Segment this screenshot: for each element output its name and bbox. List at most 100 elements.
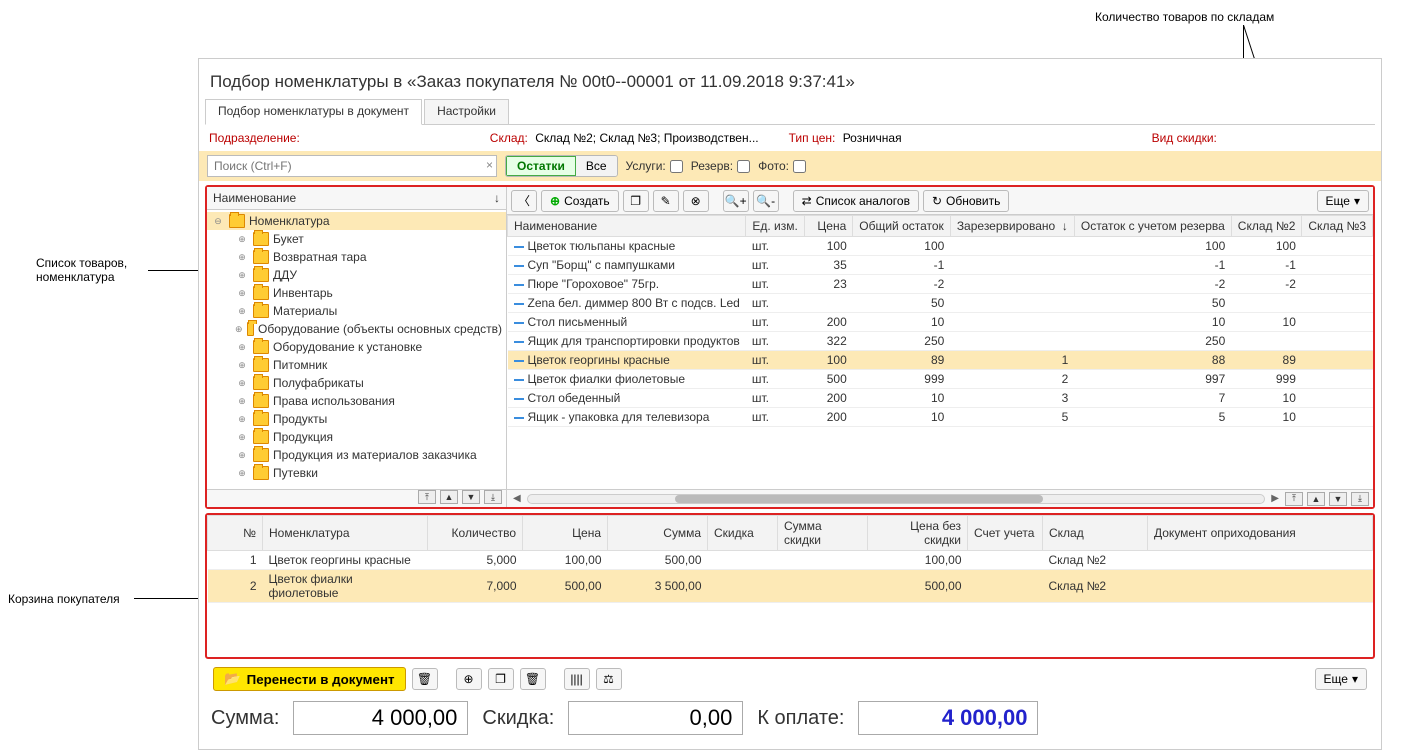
tree-nav-up[interactable]: ▲ [440, 490, 458, 504]
seg-ostatki[interactable]: Остатки [506, 156, 576, 176]
expand-icon[interactable]: ⊕ [235, 378, 249, 389]
seg-vse[interactable]: Все [576, 156, 617, 176]
sort-icon[interactable]: ↓ [494, 191, 500, 205]
list-nav-top[interactable]: ⤒ [1285, 492, 1303, 506]
list-nav-up[interactable]: ▲ [1307, 492, 1325, 506]
col-price[interactable]: Цена [804, 216, 852, 237]
cart-scale-btn[interactable]: ⚖ [596, 668, 622, 690]
expand-icon[interactable]: ⊕ [235, 306, 249, 317]
cart-more-btn[interactable]: Еще ▾ [1315, 668, 1367, 690]
tab-selection[interactable]: Подбор номенклатуры в документ [205, 99, 422, 125]
h-scrollbar[interactable] [527, 494, 1266, 504]
cart-col-nod[interactable]: Цена без скидки [868, 516, 968, 551]
cart-col-price[interactable]: Цена [523, 516, 608, 551]
expand-icon[interactable]: ⊕ [235, 432, 249, 443]
checkbox-uslugi[interactable] [670, 160, 683, 173]
expand-icon[interactable]: ⊕ [235, 324, 243, 335]
tree-item[interactable]: ⊕Питомник [207, 356, 506, 374]
col-name[interactable]: Наименование [508, 216, 746, 237]
table-row[interactable]: Цветок тюльпаны красныешт.100100100100 [508, 237, 1373, 256]
expand-icon[interactable]: ⊕ [235, 234, 249, 245]
expand-icon[interactable]: ⊕ [235, 414, 249, 425]
table-row[interactable]: Цветок фиалки фиолетовыешт.5009992997999 [508, 370, 1373, 389]
expand-icon[interactable]: ⊕ [235, 468, 249, 479]
tab-settings[interactable]: Настройки [424, 99, 509, 124]
cart-row[interactable]: 1Цветок георгины красные5,000100,00500,0… [208, 551, 1373, 570]
cart-delete-btn[interactable]: 🗑 [412, 668, 438, 690]
table-row[interactable]: Zena бел. диммер 800 Вт с подсв. Ledшт.5… [508, 294, 1373, 313]
cart-col-acct[interactable]: Счет учета [968, 516, 1043, 551]
scroll-left-icon[interactable]: ◀ [511, 493, 523, 504]
expand-icon[interactable]: ⊕ [235, 360, 249, 371]
table-row[interactable]: Суп "Борщ" с пампушкамишт.35-1-1-1 [508, 256, 1373, 275]
cart-col-sklad[interactable]: Склад [1043, 516, 1148, 551]
col-withres[interactable]: Остаток с учетом резерва [1074, 216, 1231, 237]
tree-item[interactable]: ⊕Оборудование (объекты основных средств) [207, 320, 506, 338]
expand-icon[interactable]: ⊕ [235, 450, 249, 461]
cart-col-discsum[interactable]: Сумма скидки [778, 516, 868, 551]
clear-search-icon[interactable]: × [486, 158, 493, 172]
expand-icon[interactable]: ⊕ [235, 252, 249, 263]
table-row[interactable]: Ящик - упаковка для телевизорашт.2001055… [508, 408, 1373, 427]
cart-col-disc[interactable]: Скидка [708, 516, 778, 551]
col-ed[interactable]: Ед. изм. [746, 216, 804, 237]
analogs-button[interactable]: ⇄Список аналогов [793, 190, 919, 212]
scroll-right-icon[interactable]: ▶ [1269, 493, 1281, 504]
cart-col-nom[interactable]: Номенклатура [263, 516, 428, 551]
checkbox-foto[interactable] [793, 160, 806, 173]
cart-barcode-btn[interactable]: |||| [564, 668, 590, 690]
expand-icon[interactable]: ⊕ [235, 288, 249, 299]
cart-add-btn[interactable]: ⊕ [456, 668, 482, 690]
cart-copy-btn[interactable]: ❐ [488, 668, 514, 690]
col-sk3[interactable]: Склад №3 [1302, 216, 1373, 237]
cart-col-doc[interactable]: Документ оприходования [1148, 516, 1373, 551]
collapse-icon[interactable]: ⊖ [211, 216, 225, 227]
tree-item[interactable]: ⊕Инвентарь [207, 284, 506, 302]
tree-item[interactable]: ⊕Материалы [207, 302, 506, 320]
tree-item[interactable]: ⊕Возвратная тара [207, 248, 506, 266]
expand-icon[interactable]: ⊕ [235, 342, 249, 353]
back-button[interactable]: 〈 [511, 190, 537, 212]
create-button[interactable]: ⊕Создать [541, 190, 619, 212]
delete-button[interactable]: ⊗ [683, 190, 709, 212]
tree-item[interactable]: ⊕Продукция из материалов заказчика [207, 446, 506, 464]
cart-row[interactable]: 2Цветок фиалки фиолетовые7,000500,003 50… [208, 570, 1373, 603]
cart-col-qty[interactable]: Количество [428, 516, 523, 551]
table-row[interactable]: Цветок георгины красныешт.1008918889 [508, 351, 1373, 370]
refresh-button[interactable]: ↻Обновить [923, 190, 1009, 212]
edit-button[interactable]: ✎ [653, 190, 679, 212]
col-total[interactable]: Общий остаток [853, 216, 951, 237]
zoom-in-button[interactable]: 🔍+ [723, 190, 749, 212]
list-nav-down[interactable]: ▼ [1329, 492, 1347, 506]
table-row[interactable]: Стол письменныйшт.200101010 [508, 313, 1373, 332]
tree-item[interactable]: ⊕Полуфабрикаты [207, 374, 506, 392]
tree-nav-bottom[interactable]: ⤓ [484, 490, 502, 504]
copy-button[interactable]: ❐ [623, 190, 649, 212]
list-nav-bottom[interactable]: ⤓ [1351, 492, 1369, 506]
more-button[interactable]: Еще ▾ [1317, 190, 1369, 212]
cart-col-n[interactable]: № [208, 516, 263, 551]
tree-item[interactable]: ⊕ДДУ [207, 266, 506, 284]
tree-item[interactable]: ⊕Путевки [207, 464, 506, 482]
tree-item[interactable]: ⊕Продукты [207, 410, 506, 428]
table-row[interactable]: Пюре "Гороховое" 75гр.шт.23-2-2-2 [508, 275, 1373, 294]
col-reserved[interactable]: Зарезервировано ↓ [950, 216, 1074, 237]
tree-nav-top[interactable]: ⤒ [418, 490, 436, 504]
transfer-button[interactable]: 📂Перенести в документ [213, 667, 406, 691]
tree-nav-down[interactable]: ▼ [462, 490, 480, 504]
cart-trash-btn[interactable]: 🗑 [520, 668, 546, 690]
expand-icon[interactable]: ⊕ [235, 270, 249, 281]
table-row[interactable]: Ящик для транспортировки продуктовшт.322… [508, 332, 1373, 351]
tree-root[interactable]: ⊖Номенклатура [207, 212, 506, 230]
expand-icon[interactable]: ⊕ [235, 396, 249, 407]
tree-item[interactable]: ⊕Права использования [207, 392, 506, 410]
tree-item[interactable]: ⊕Букет [207, 230, 506, 248]
table-row[interactable]: Стол обеденныйшт.200103710 [508, 389, 1373, 408]
zoom-out-button[interactable]: 🔍- [753, 190, 779, 212]
tree-item[interactable]: ⊕Продукция [207, 428, 506, 446]
search-input[interactable] [207, 155, 497, 177]
tree-item[interactable]: ⊕Оборудование к установке [207, 338, 506, 356]
cart-col-sum[interactable]: Сумма [608, 516, 708, 551]
col-sk2[interactable]: Склад №2 [1231, 216, 1302, 237]
checkbox-rezerv[interactable] [737, 160, 750, 173]
